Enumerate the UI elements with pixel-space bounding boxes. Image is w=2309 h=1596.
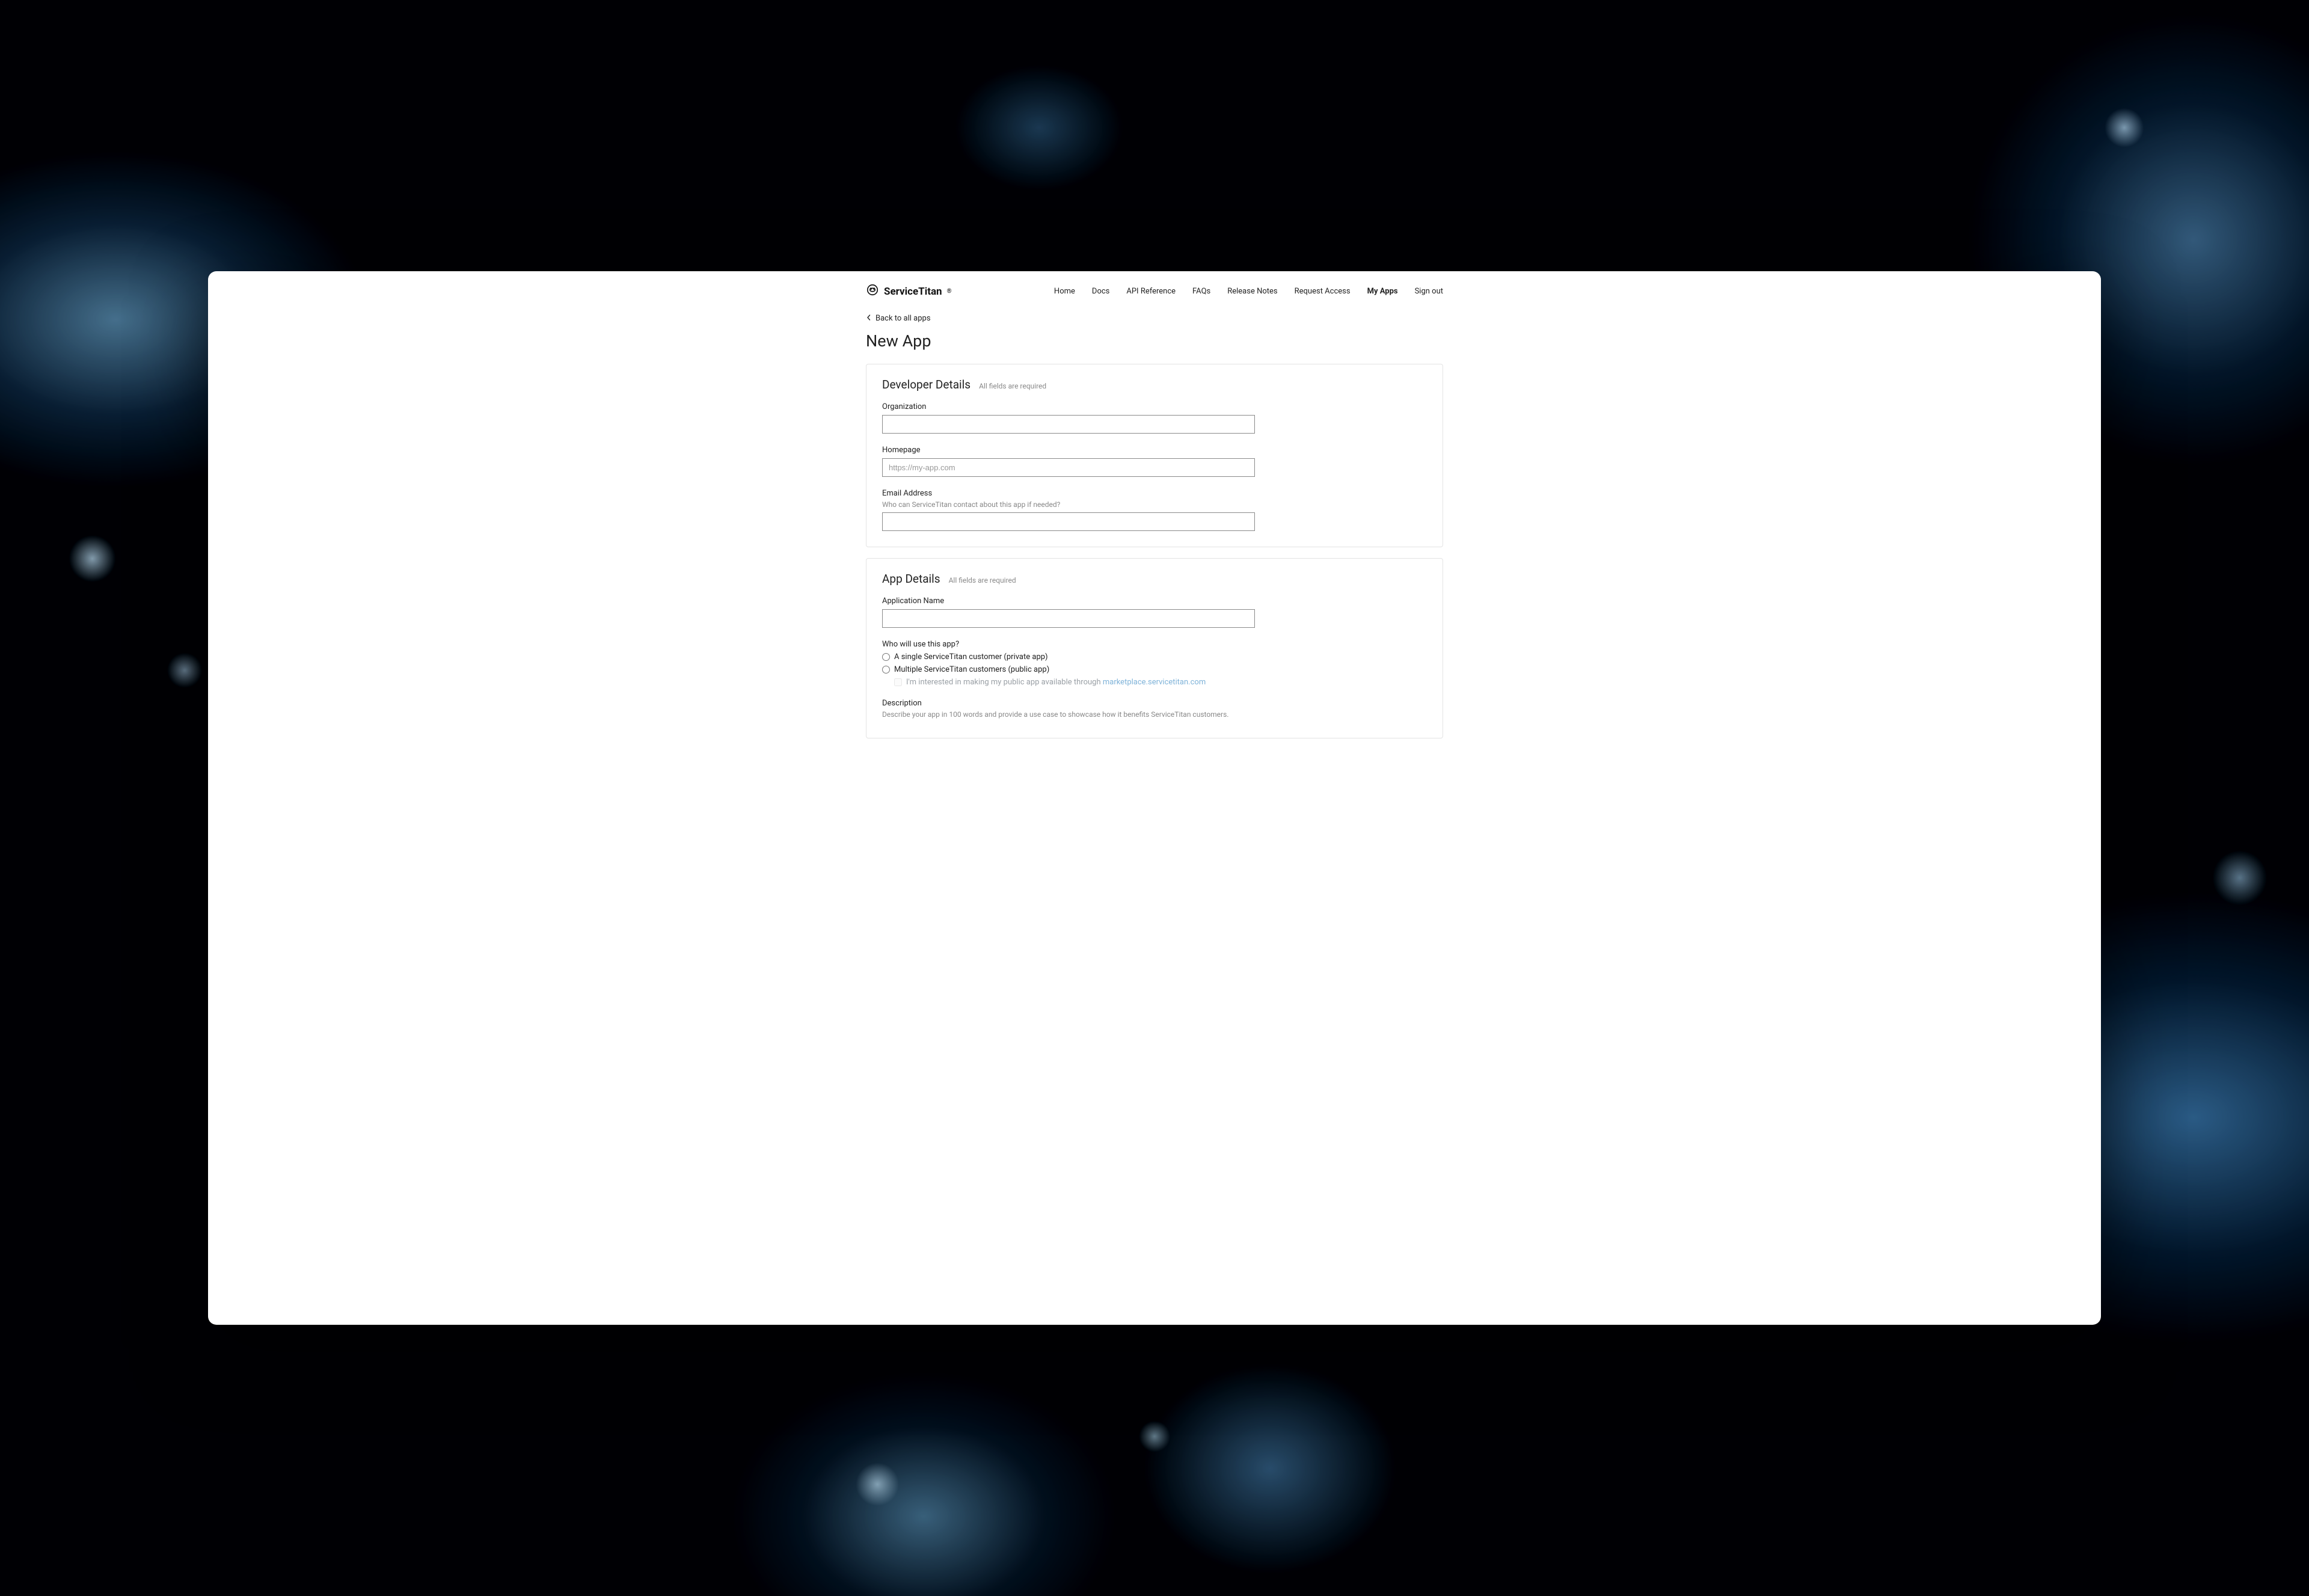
main-nav: Home Docs API Reference FAQs Release Not… [1054,287,1443,296]
homepage-label: Homepage [882,446,1255,455]
email-label: Email Address [882,489,1255,498]
description-label: Description [882,699,1255,708]
nav-sign-out[interactable]: Sign out [1415,287,1443,296]
application-name-label: Application Name [882,597,1255,606]
nav-home[interactable]: Home [1054,287,1075,296]
organization-label: Organization [882,402,1255,411]
nav-release-notes[interactable]: Release Notes [1227,287,1277,296]
email-input[interactable] [882,512,1255,531]
app-details-title: App Details [882,572,940,586]
nav-faqs[interactable]: FAQs [1192,287,1210,296]
app-details-card: App Details All fields are required Appl… [866,558,1443,738]
organization-input[interactable] [882,415,1255,434]
back-to-all-apps[interactable]: Back to all apps [866,314,931,323]
marketplace-text: I'm interested in making my public app a… [906,678,1206,687]
chevron-left-icon [866,314,872,323]
back-label: Back to all apps [875,314,931,323]
developer-details-note: All fields are required [979,382,1046,390]
radio-private-app[interactable] [882,653,890,661]
developer-details-title: Developer Details [882,378,971,391]
who-use-label: Who will use this app? [882,640,1255,649]
developer-details-card: Developer Details All fields are require… [866,364,1443,547]
app-window: ServiceTitan® Home Docs API Reference FA… [208,271,2102,1325]
logo-icon [866,283,879,299]
nav-api-reference[interactable]: API Reference [1126,287,1176,296]
brand-logo[interactable]: ServiceTitan® [866,283,951,299]
marketplace-link[interactable]: marketplace.servicetitan.com [1103,678,1206,687]
topbar: ServiceTitan® Home Docs API Reference FA… [866,271,1443,310]
radio-public-app[interactable] [882,666,890,674]
nav-docs[interactable]: Docs [1092,287,1109,296]
radio-private-label: A single ServiceTitan customer (private … [894,652,1048,661]
nav-my-apps[interactable]: My Apps [1367,287,1398,296]
radio-public-label: Multiple ServiceTitan customers (public … [894,665,1049,674]
nav-request-access[interactable]: Request Access [1295,287,1351,296]
description-help: Describe your app in 100 words and provi… [882,710,1255,719]
page-title: New App [866,331,1443,351]
email-help: Who can ServiceTitan contact about this … [882,500,1255,509]
application-name-input[interactable] [882,609,1255,628]
homepage-input[interactable] [882,458,1255,477]
marketplace-checkbox[interactable] [894,678,902,686]
brand-name: ServiceTitan [884,286,942,298]
app-details-note: All fields are required [949,576,1016,585]
